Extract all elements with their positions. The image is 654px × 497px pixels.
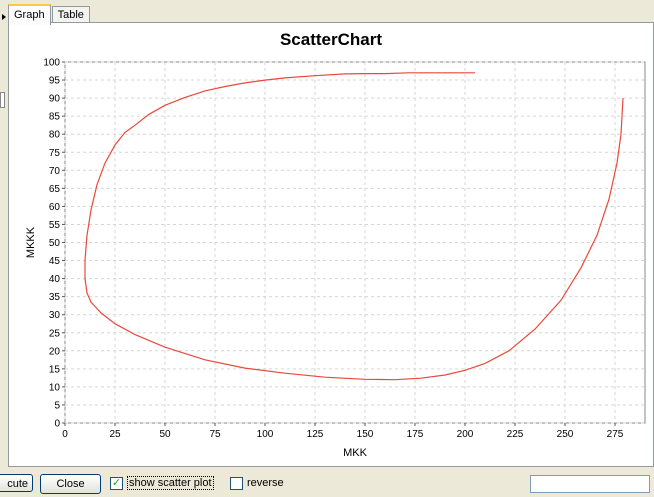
x-tick-label: 25 (109, 429, 121, 440)
y-tick-label: 0 (54, 419, 60, 430)
y-tick-label: 5 (54, 400, 60, 411)
x-tick-label: 200 (457, 429, 474, 440)
tab-graph[interactable]: Graph (8, 4, 51, 25)
bottom-toolbar: cute Close ✓ show scatter plot reverse (0, 467, 654, 497)
x-tick-label: 125 (307, 429, 324, 440)
show-scatter-plot-label: show scatter plot (127, 476, 214, 490)
y-tick-label: 45 (49, 256, 61, 267)
y-tick-label: 15 (49, 364, 61, 375)
execute-button[interactable]: cute (0, 474, 33, 492)
checkbox-unchecked-icon[interactable] (230, 476, 243, 490)
y-tick-label: 50 (49, 238, 61, 249)
y-tick-label: 55 (49, 220, 61, 231)
x-tick-label: 225 (507, 429, 524, 440)
status-input[interactable] (530, 475, 650, 493)
x-tick-label: 150 (357, 429, 374, 440)
x-tick-label: 175 (407, 429, 424, 440)
y-tick-label: 10 (49, 382, 61, 393)
x-tick-label: 250 (557, 429, 574, 440)
y-tick-label: 30 (49, 310, 61, 321)
y-tick-label: 100 (43, 58, 60, 69)
reverse-checkbox[interactable]: reverse (230, 476, 284, 490)
x-tick-label: 275 (607, 429, 624, 440)
y-tick-label: 35 (49, 292, 61, 303)
y-tick-label: 60 (49, 202, 61, 213)
checkbox-checked-icon[interactable]: ✓ (110, 476, 123, 490)
scatter-chart: 0 25 50 75 100 125 150 175 200 225 250 275 0 5 10 15 20 2… (25, 58, 646, 459)
y-tick-label: 40 (49, 274, 61, 285)
close-button[interactable]: Close (40, 474, 101, 494)
y-tick-label: 95 (49, 76, 61, 87)
y-axis-label: MKKK (25, 226, 37, 258)
left-edge-strip (0, 0, 8, 470)
x-tick-label: 75 (209, 429, 221, 440)
y-tick-label: 80 (49, 130, 61, 141)
y-tick-label: 70 (49, 166, 61, 177)
y-tick-label: 85 (49, 112, 61, 123)
tab-strip: Graph Table (8, 4, 91, 25)
x-tick-label: 100 (257, 429, 274, 440)
x-axis-label: MKK (343, 447, 368, 459)
x-tick-label: 0 (62, 429, 68, 440)
reverse-label: reverse (247, 477, 284, 489)
edge-marker (0, 92, 5, 108)
y-tick-label: 90 (49, 94, 61, 105)
y-tick-label: 25 (49, 328, 61, 339)
y-tick-label: 65 (49, 184, 61, 195)
y-tick-label: 75 (49, 148, 61, 159)
show-scatter-plot-checkbox[interactable]: ✓ show scatter plot (110, 476, 214, 490)
x-tick-label: 50 (159, 429, 171, 440)
y-tick-label: 20 (49, 346, 61, 357)
collapse-arrow-icon[interactable] (2, 14, 6, 20)
chart-panel: ScatterChart 0 25 50 75 100 125 150 175 200 225 25… (8, 22, 654, 467)
